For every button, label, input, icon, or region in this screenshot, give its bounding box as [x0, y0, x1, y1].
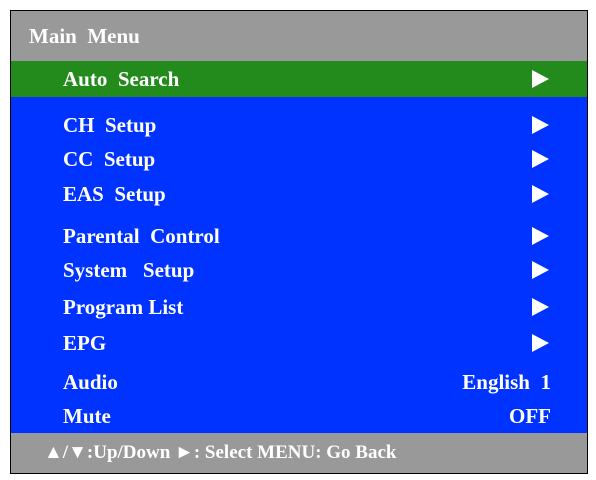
menu-item-label: CH Setup [63, 112, 157, 137]
submenu-arrow-icon [532, 116, 549, 134]
navigation-hint: ▲/▼:Up/Down ►: Select MENU: Go Back [44, 442, 397, 463]
menu-title: Main Menu [29, 23, 140, 48]
menu-item-mute[interactable]: Mute OFF [11, 399, 587, 433]
menu-body: Auto Search CH Setup CC Setup EAS Setup … [11, 61, 587, 435]
menu-item-cc-setup[interactable]: CC Setup [11, 142, 587, 176]
menu-item-label: Audio [63, 369, 118, 394]
menu-item-label: CC Setup [63, 146, 156, 171]
submenu-arrow-icon [532, 334, 549, 352]
audio-value: English 1 [462, 369, 551, 394]
menu-item-label: Program List [63, 294, 184, 319]
submenu-arrow-icon [532, 150, 549, 168]
submenu-arrow-icon [532, 227, 549, 245]
mute-value: OFF [509, 403, 551, 428]
menu-item-label: EAS Setup [63, 181, 166, 206]
menu-item-parental-control[interactable]: Parental Control [11, 219, 587, 253]
menu-item-label: System Setup [63, 257, 195, 282]
menu-item-label: Mute [63, 403, 111, 428]
menu-item-eas-setup[interactable]: EAS Setup [11, 177, 587, 211]
submenu-arrow-icon [532, 261, 549, 279]
menu-header: Main Menu [11, 11, 587, 61]
menu-footer: ▲/▼:Up/Down ►: Select MENU: Go Back [11, 433, 587, 473]
submenu-arrow-icon [532, 70, 549, 88]
menu-item-epg[interactable]: EPG [11, 326, 587, 360]
menu-item-ch-setup[interactable]: CH Setup [11, 108, 587, 142]
menu-item-program-list[interactable]: Program List [11, 290, 587, 324]
menu-item-label: Auto Search [63, 66, 180, 91]
menu-item-auto-search[interactable]: Auto Search [11, 61, 587, 97]
menu-item-audio[interactable]: Audio English 1 [11, 365, 587, 399]
submenu-arrow-icon [532, 298, 549, 316]
menu-item-label: Parental Control [63, 223, 220, 248]
menu-item-system-setup[interactable]: System Setup [11, 253, 587, 287]
menu-item-label: EPG [63, 330, 107, 355]
submenu-arrow-icon [532, 185, 549, 203]
osd-menu-window: Main Menu Auto Search CH Setup CC Setup … [10, 10, 588, 474]
